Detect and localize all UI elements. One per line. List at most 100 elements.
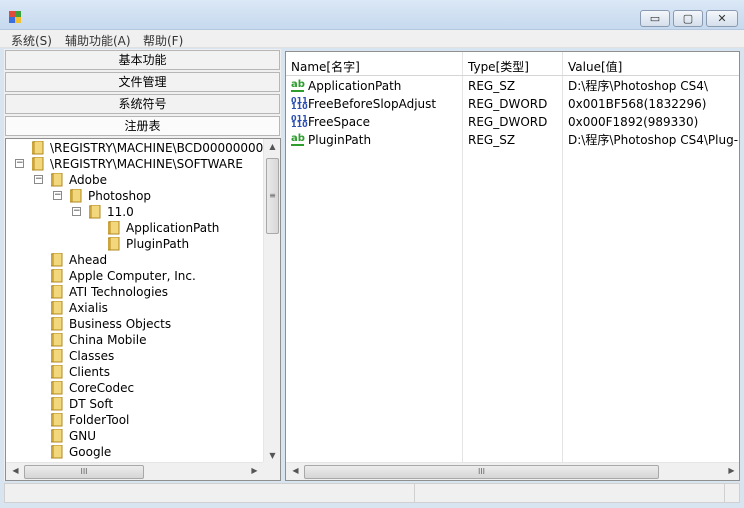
table-row[interactable]: ab PluginPath REG_SZ D:\程序\Photoshop CS4\Pl… xyxy=(286,131,740,149)
tree-node-label: Axialis xyxy=(69,301,108,315)
maximize-button[interactable]: ▢ xyxy=(673,10,703,27)
tree-node-label: Photoshop xyxy=(88,189,152,203)
scroll-thumb[interactable]: III xyxy=(24,465,144,479)
menu-accessibility[interactable]: 辅助功能(A) xyxy=(65,32,131,49)
close-button[interactable]: ✕ xyxy=(706,10,738,27)
title-bar: ▭ ▢ ✕ xyxy=(0,0,744,30)
column-header-value[interactable]: Value[值] xyxy=(568,58,622,75)
value-list[interactable]: Name[名字] Type[类型] Value[值] ab Application… xyxy=(285,51,740,481)
cell-name: PluginPath xyxy=(308,133,372,147)
tree-node-label: PluginPath xyxy=(126,237,190,251)
tree-node-vendor[interactable]: FolderTool xyxy=(50,412,130,428)
nav-registry[interactable]: 注册表 xyxy=(5,116,280,136)
scroll-right-arrow-icon[interactable]: ▶ xyxy=(724,466,739,475)
cell-value: D:\程序\Photoshop CS4\Plug-In xyxy=(568,133,740,147)
tree-node-vendor[interactable]: Clients xyxy=(50,364,110,380)
scroll-right-arrow-icon[interactable]: ▶ xyxy=(247,466,262,475)
scroll-down-arrow-icon[interactable]: ▼ xyxy=(265,451,280,460)
tree-node-adobe[interactable]: Adobe xyxy=(50,172,107,188)
scroll-up-arrow-icon[interactable]: ▲ xyxy=(265,142,280,151)
tree-node-label: Classes xyxy=(69,349,115,363)
column-header-name[interactable]: Name[名字] xyxy=(291,58,360,75)
scroll-left-arrow-icon[interactable]: ◀ xyxy=(8,466,23,475)
tree-node-vendor[interactable]: Google xyxy=(50,444,111,460)
menu-help[interactable]: 帮助(F) xyxy=(143,32,183,49)
status-segment xyxy=(5,484,415,502)
cell-type: REG_DWORD xyxy=(468,97,548,111)
cell-value: D:\程序\Photoshop CS4\ xyxy=(568,79,708,93)
tree-horizontal-scrollbar[interactable]: ◀ III ▶ xyxy=(6,462,264,480)
tree-node-vendor[interactable]: GNU xyxy=(50,428,96,444)
cell-type: REG_SZ xyxy=(468,79,516,93)
registry-tree[interactable]: \REGISTRY\MACHINE\BCD00000000 − \REGISTR… xyxy=(5,138,281,481)
nav-system-symbols[interactable]: 系统符号 xyxy=(5,94,280,114)
folder-icon xyxy=(50,252,63,267)
tree-node-applicationpath[interactable]: ApplicationPath xyxy=(107,220,219,236)
tree-node-vendor[interactable]: Axialis xyxy=(50,300,108,316)
folder-icon xyxy=(50,380,63,395)
tree-node-vendor[interactable]: DT Soft xyxy=(50,396,113,412)
folder-icon xyxy=(50,300,63,315)
tree-node-version[interactable]: 11.0 xyxy=(88,204,134,220)
minimize-button[interactable]: ▭ xyxy=(640,10,670,27)
column-gridline xyxy=(462,76,463,464)
cell-value: 0x000F1892(989330) xyxy=(568,115,699,129)
tree-node-label: Apple Computer, Inc. xyxy=(69,269,196,283)
tree-node-vendor[interactable]: Ahead xyxy=(50,252,108,268)
binary-value-icon: 011 110 xyxy=(291,114,308,129)
tree-node-label: Ahead xyxy=(69,253,108,267)
menu-system[interactable]: 系统(S) xyxy=(11,32,52,49)
folder-icon xyxy=(50,444,63,459)
tree-node-vendor[interactable]: Apple Computer, Inc. xyxy=(50,268,196,284)
folder-icon xyxy=(50,268,63,283)
folder-icon xyxy=(50,348,63,363)
scroll-left-arrow-icon[interactable]: ◀ xyxy=(288,466,303,475)
string-value-icon: ab xyxy=(291,133,305,146)
scroll-thumb[interactable]: ≡ xyxy=(266,158,279,234)
column-divider[interactable] xyxy=(562,52,563,75)
tree-node-label: ATI Technologies xyxy=(69,285,169,299)
tree-node-vendor[interactable]: China Mobile xyxy=(50,332,146,348)
binary-value-icon: 011 110 xyxy=(291,96,308,111)
folder-icon xyxy=(31,140,44,155)
list-header: Name[名字] Type[类型] Value[值] xyxy=(286,52,739,76)
tree-expander[interactable]: − xyxy=(15,159,24,168)
tree-expander[interactable]: − xyxy=(34,175,43,184)
folder-icon xyxy=(69,188,82,203)
column-header-type[interactable]: Type[类型] xyxy=(468,58,529,75)
left-panel: 基本功能 文件管理 系统符号 注册表 \REGISTRY\MACHINE\BCD… xyxy=(4,49,281,481)
string-value-icon: ab xyxy=(291,79,305,92)
tree-node-vendor[interactable]: Business Objects xyxy=(50,316,172,332)
nav-basic-functions[interactable]: 基本功能 xyxy=(5,50,280,70)
scroll-corner xyxy=(263,462,280,480)
list-horizontal-scrollbar[interactable]: ◀ III ▶ xyxy=(286,462,739,480)
tree-node-software[interactable]: \REGISTRY\MACHINE\SOFTWARE xyxy=(31,156,244,172)
table-row[interactable]: 011 110 FreeBeforeSlopAdjust REG_DWORD 0x00… xyxy=(286,95,739,113)
cell-name: ApplicationPath xyxy=(308,79,402,93)
folder-icon xyxy=(50,172,63,187)
tree-node-vendor[interactable]: Classes xyxy=(50,348,115,364)
tree-node-pluginpath[interactable]: PluginPath xyxy=(107,236,190,252)
table-row[interactable]: 011 110 FreeSpace REG_DWORD 0x000F1892(9893… xyxy=(286,113,739,131)
folder-icon xyxy=(107,220,120,235)
scroll-thumb[interactable]: III xyxy=(304,465,659,479)
nav-file-management[interactable]: 文件管理 xyxy=(5,72,280,92)
tree-node-label: \REGISTRY\MACHINE\SOFTWARE xyxy=(50,157,244,171)
folder-icon xyxy=(31,156,44,171)
tree-node-label: CoreCodec xyxy=(69,381,135,395)
cell-type: REG_DWORD xyxy=(468,115,548,129)
tree-node-vendor[interactable]: ATI Technologies xyxy=(50,284,169,300)
tree-node-label: Business Objects xyxy=(69,317,172,331)
tree-node-vendor[interactable]: CoreCodec xyxy=(50,380,135,396)
tree-node-label: FolderTool xyxy=(69,413,130,427)
table-row[interactable]: ab ApplicationPath REG_SZ D:\程序\Photoshop C… xyxy=(286,77,739,95)
tree-expander[interactable]: − xyxy=(72,207,81,216)
tree-node-bcd[interactable]: \REGISTRY\MACHINE\BCD00000000 xyxy=(31,140,263,156)
tree-expander[interactable]: − xyxy=(53,191,62,200)
tree-vertical-scrollbar[interactable]: ▲ ≡ ▼ xyxy=(263,139,280,463)
tree-node-photoshop[interactable]: Photoshop xyxy=(69,188,152,204)
folder-icon xyxy=(50,364,63,379)
folder-icon xyxy=(50,332,63,347)
folder-icon xyxy=(50,316,63,331)
column-divider[interactable] xyxy=(462,52,463,75)
